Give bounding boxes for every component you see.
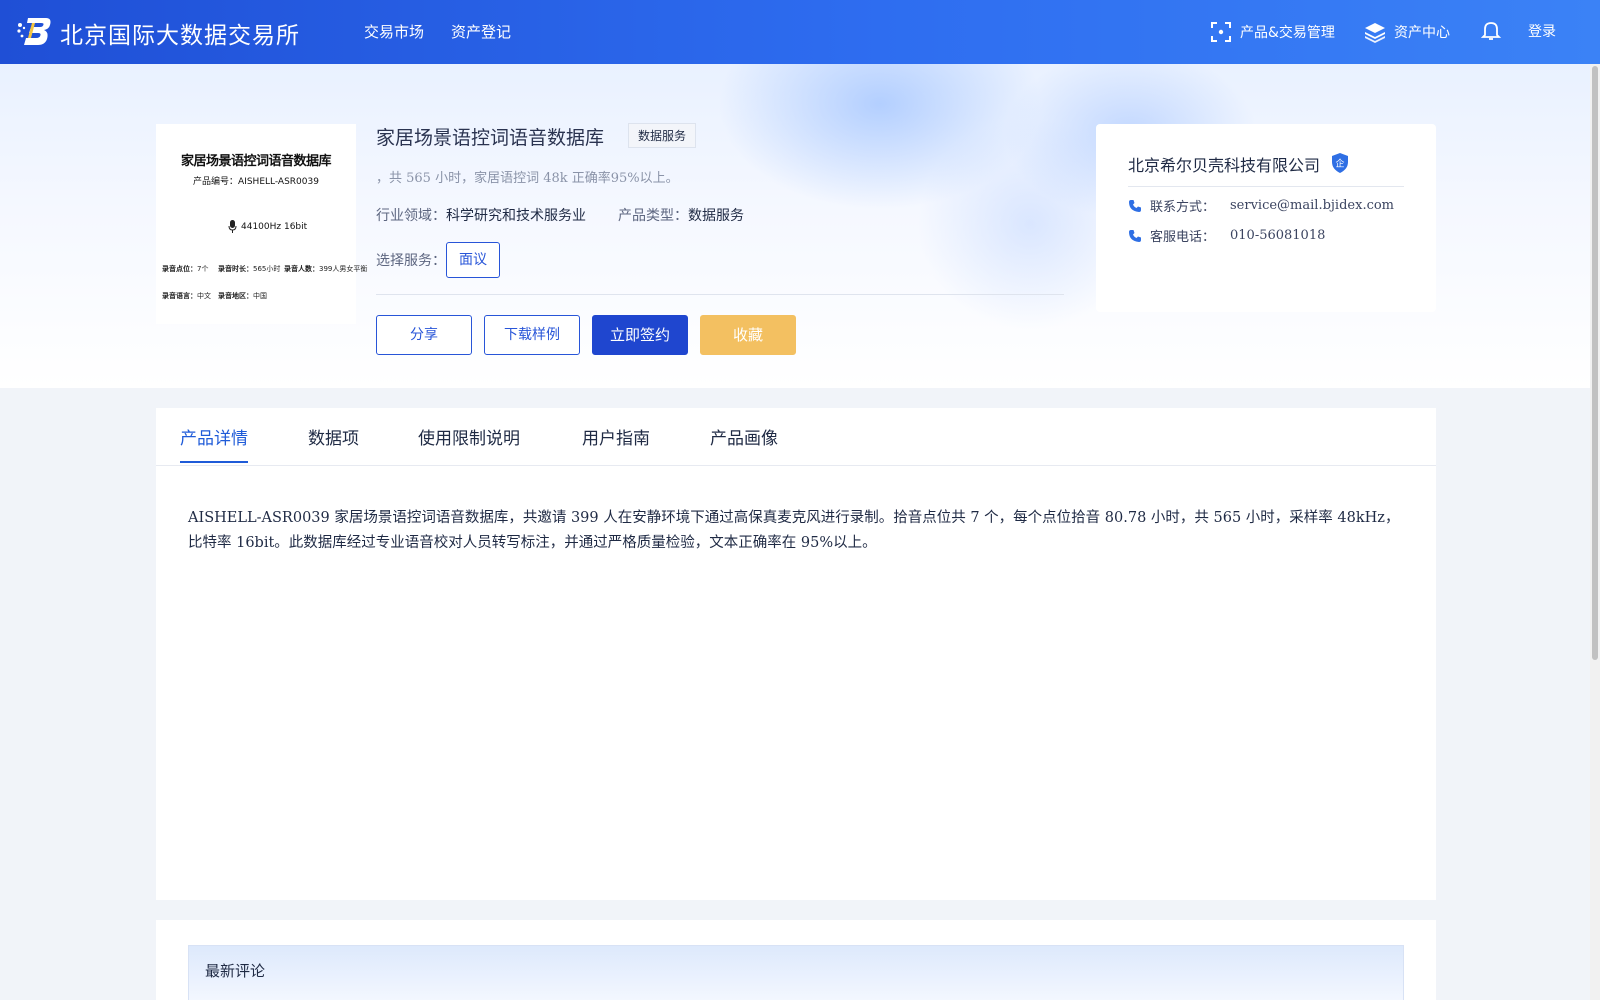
- nav-asset-center-label: 资产中心: [1394, 25, 1450, 41]
- bjidex-logo-icon[interactable]: [16, 14, 52, 48]
- industry-label: 行业领域：: [376, 208, 446, 224]
- industry-value: 科学研究和技术服务业: [446, 208, 586, 224]
- cover-audio-text: 44100Hz 16bit: [241, 222, 308, 232]
- comments-section: 最新评论: [156, 920, 1436, 1000]
- cover-meta-label: 录音语言：: [162, 292, 197, 300]
- microphone-icon: [228, 220, 237, 233]
- service-phone[interactable]: 010-56081018: [1230, 228, 1325, 243]
- cover-meta-region: 录音地区：中国: [218, 291, 267, 301]
- product-cover-image: 家居场景语控词语音数据库 产品编号：AISHELL-ASR0039 44100H…: [156, 124, 367, 324]
- tab-data-items[interactable]: 数据项: [308, 424, 359, 461]
- enterprise-badge-text: 企: [1335, 158, 1344, 170]
- cover-meta-value: 中国: [253, 292, 267, 300]
- tab-user-guide[interactable]: 用户指南: [582, 424, 650, 461]
- phone-label: 客服电话：: [1150, 230, 1216, 245]
- phone-icon: [1129, 199, 1141, 212]
- cover-meta-language: 录音语言：中文: [162, 291, 211, 301]
- contact-email[interactable]: service@mail.bjidex.com: [1230, 198, 1394, 213]
- sign-now-button[interactable]: 立即签约: [592, 315, 688, 355]
- select-service-label: 选择服务：: [376, 253, 446, 269]
- bell-icon: [1480, 22, 1502, 40]
- cover-meta-value: 399人男女平衡: [319, 265, 368, 273]
- contact-label: 联系方式：: [1150, 200, 1216, 215]
- layers-icon: [1365, 23, 1385, 43]
- nav-product-trade-management[interactable]: 产品&交易管理: [1210, 21, 1335, 43]
- product-summary: ，共 565 小时，家居语控词 48k 正确率95%以上。: [376, 171, 679, 186]
- contact-email-row: 联系方式： service@mail.bjidex.com: [1128, 196, 1394, 215]
- cover-meta-value: 565小时: [253, 265, 281, 273]
- comments-title: 最新评论: [205, 962, 266, 980]
- enterprise-verified-icon: 企: [1332, 153, 1348, 173]
- cover-title: 家居场景语控词语音数据库: [180, 154, 332, 169]
- cover-audio-spec: 44100Hz 16bit: [228, 220, 307, 234]
- info-divider: [376, 294, 1064, 295]
- industry-field: 行业领域：科学研究和技术服务业: [376, 205, 586, 225]
- nav-asset-registration[interactable]: 资产登记: [451, 21, 511, 42]
- detail-tabs: 产品详情 数据项 使用限制说明 用户指南 产品画像: [156, 408, 1436, 466]
- product-description: AISHELL-ASR0039 家居场景语控词语音数据库，共邀请 399 人在安…: [188, 510, 1400, 551]
- cover-code: 产品编号：AISHELL-ASR0039: [193, 177, 319, 187]
- provider-company-card: 北京希尔贝壳科技有限公司 企 联系方式： service@mail.bjidex…: [1096, 124, 1436, 312]
- product-title: 家居场景语控词语音数据库: [376, 127, 605, 149]
- notification-bell-button[interactable]: [1480, 19, 1502, 41]
- favorite-button[interactable]: 收藏: [700, 315, 796, 355]
- login-link[interactable]: 登录: [1528, 21, 1556, 41]
- phone-icon: [1129, 229, 1141, 242]
- cover-meta-speakers: 录音人数：399人男女平衡: [284, 264, 367, 274]
- product-type-tag: 数据服务: [628, 123, 697, 148]
- product-type-field: 产品类型：数据服务: [618, 205, 744, 225]
- product-type-value: 数据服务: [688, 208, 744, 224]
- scan-frame-icon: [1211, 22, 1231, 42]
- cover-meta-points: 录音点位：7个: [162, 264, 208, 274]
- tab-product-details[interactable]: 产品详情: [180, 424, 248, 463]
- service-option-negotiable[interactable]: 面议: [446, 242, 500, 278]
- nav-trading-market[interactable]: 交易市场: [364, 21, 424, 42]
- page-scrollbar-thumb[interactable]: [1592, 66, 1598, 660]
- site-title[interactable]: 北京国际大数据交易所: [60, 16, 300, 50]
- cover-meta-label: 录音地区：: [218, 292, 253, 300]
- tab-usage-restrictions[interactable]: 使用限制说明: [418, 424, 520, 461]
- cover-meta-duration: 录音时长：565小时: [218, 264, 280, 274]
- download-sample-button[interactable]: 下载样例: [484, 315, 580, 355]
- service-phone-row: 客服电话： 010-56081018: [1128, 226, 1325, 245]
- share-button[interactable]: 分享: [376, 315, 472, 355]
- cover-meta-label: 录音人数：: [284, 265, 319, 273]
- cover-meta-label: 录音点位：: [162, 265, 197, 273]
- company-divider: [1128, 186, 1404, 187]
- nav-product-trade-management-label: 产品&交易管理: [1240, 25, 1335, 41]
- product-detail-panel: 产品详情 数据项 使用限制说明 用户指南 产品画像 AISHELL-ASR003…: [156, 408, 1436, 900]
- comments-header: 最新评论: [188, 945, 1404, 1000]
- cover-meta-value: 7个: [197, 265, 209, 273]
- tab-product-profile[interactable]: 产品画像: [710, 424, 778, 461]
- top-navigation-bar: 北京国际大数据交易所 交易市场 资产登记 产品&交易管理 资产中心 登录: [0, 0, 1600, 64]
- cover-meta-value: 中文: [197, 292, 211, 300]
- company-name[interactable]: 北京希尔贝壳科技有限公司: [1128, 152, 1320, 176]
- nav-asset-center[interactable]: 资产中心: [1364, 21, 1450, 43]
- cover-meta-label: 录音时长：: [218, 265, 253, 273]
- product-type-label: 产品类型：: [618, 208, 688, 224]
